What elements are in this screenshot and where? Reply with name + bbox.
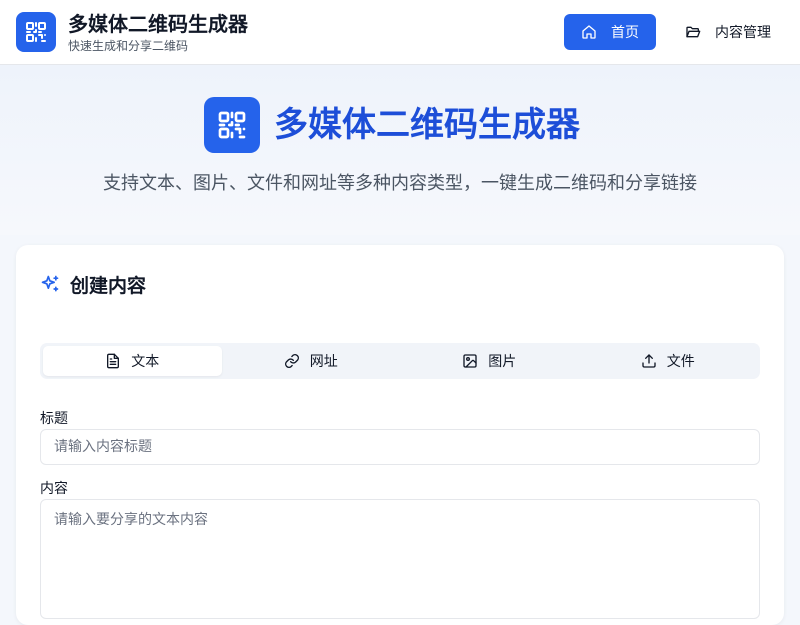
hero-section: 多媒体二维码生成器 支持文本、图片、文件和网址等多种内容类型，一键生成二维码和分…	[0, 65, 800, 235]
app-title: 多媒体二维码生成器	[68, 12, 248, 36]
home-icon	[582, 25, 596, 39]
qr-code-icon	[26, 22, 46, 42]
upload-icon	[642, 354, 656, 368]
folder-open-icon	[686, 26, 701, 38]
nav-home-label: 首页	[611, 25, 639, 41]
hero-title: 多媒体二维码生成器	[274, 105, 580, 145]
image-icon	[463, 354, 477, 368]
tab-file[interactable]: 文件	[579, 346, 758, 376]
link-icon	[284, 354, 299, 368]
tab-image-label: 图片	[488, 354, 517, 370]
content-field-label: 内容	[40, 481, 68, 497]
nav-content-management-label: 内容管理	[715, 25, 771, 41]
top-navigation-bar: 多媒体二维码生成器 快速生成和分享二维码 首页 内容管理	[0, 0, 800, 65]
app-logo[interactable]	[16, 12, 56, 52]
title-input[interactable]	[40, 429, 760, 465]
title-field-label: 标题	[40, 411, 68, 427]
content-type-tabs: 文本 网址 图片 文件	[40, 343, 760, 379]
tab-url-label: 网址	[309, 354, 338, 370]
app-subtitle: 快速生成和分享二维码	[68, 39, 189, 53]
file-text-icon	[107, 353, 120, 369]
tab-url[interactable]: 网址	[222, 346, 401, 376]
content-textarea[interactable]	[40, 499, 760, 619]
nav-home-button[interactable]: 首页	[564, 14, 656, 50]
nav-content-management-button[interactable]: 内容管理	[668, 14, 788, 50]
qr-code-icon	[218, 111, 246, 139]
create-content-card: 创建内容 文本 网址 图片 文件 标题 请输入内容标题 内容 请输入要分享的文本…	[16, 245, 784, 625]
tab-image[interactable]: 图片	[400, 346, 579, 376]
hero-description: 支持文本、图片、文件和网址等多种内容类型，一键生成二维码和分享链接	[103, 173, 697, 194]
tab-text[interactable]: 文本	[43, 346, 222, 376]
tab-file-label: 文件	[666, 354, 695, 370]
tab-text-label: 文本	[131, 354, 160, 370]
card-title: 创建内容	[70, 274, 147, 297]
hero-logo	[204, 97, 260, 153]
sparkles-icon	[41, 275, 59, 292]
card-header: 创建内容	[40, 271, 146, 297]
